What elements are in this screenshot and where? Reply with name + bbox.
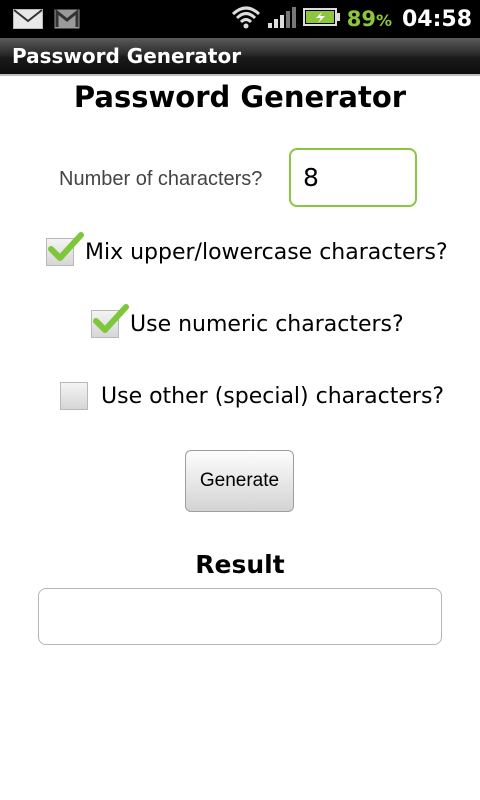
numeric-label: Use numeric characters? xyxy=(130,311,404,337)
clock: 04:58 xyxy=(401,6,472,32)
result-field[interactable] xyxy=(38,588,442,645)
checkmark-icon xyxy=(48,232,84,261)
option-mixed-case[interactable]: Mix upper/lowercase characters? xyxy=(46,232,448,266)
gmail-icon xyxy=(54,8,80,33)
battery-icon xyxy=(302,7,341,31)
app-title: Password Generator xyxy=(12,44,242,68)
numeric-checkbox[interactable] xyxy=(91,304,129,338)
result-heading: Result xyxy=(195,550,285,579)
mixed-case-label: Mix upper/lowercase characters? xyxy=(85,239,448,265)
status-bar: 89% 04:58 xyxy=(0,0,480,38)
special-label: Use other (special) characters? xyxy=(101,383,445,409)
special-checkbox[interactable] xyxy=(60,382,88,410)
num-chars-input[interactable] xyxy=(289,148,417,207)
checkmark-icon xyxy=(93,304,129,333)
signal-icon xyxy=(267,5,297,33)
option-special[interactable]: Use other (special) characters? xyxy=(60,382,444,410)
mail-icon xyxy=(13,9,43,33)
num-chars-label: Number of characters? xyxy=(59,168,263,190)
mixed-case-checkbox[interactable] xyxy=(46,232,84,266)
battery-percent: 89% xyxy=(346,7,392,31)
app-title-bar: Password Generator xyxy=(0,38,480,76)
generate-button[interactable]: Generate xyxy=(185,450,294,512)
page-title: Password Generator xyxy=(73,80,407,114)
option-numeric[interactable]: Use numeric characters? xyxy=(91,304,404,338)
wifi-icon xyxy=(231,4,261,34)
